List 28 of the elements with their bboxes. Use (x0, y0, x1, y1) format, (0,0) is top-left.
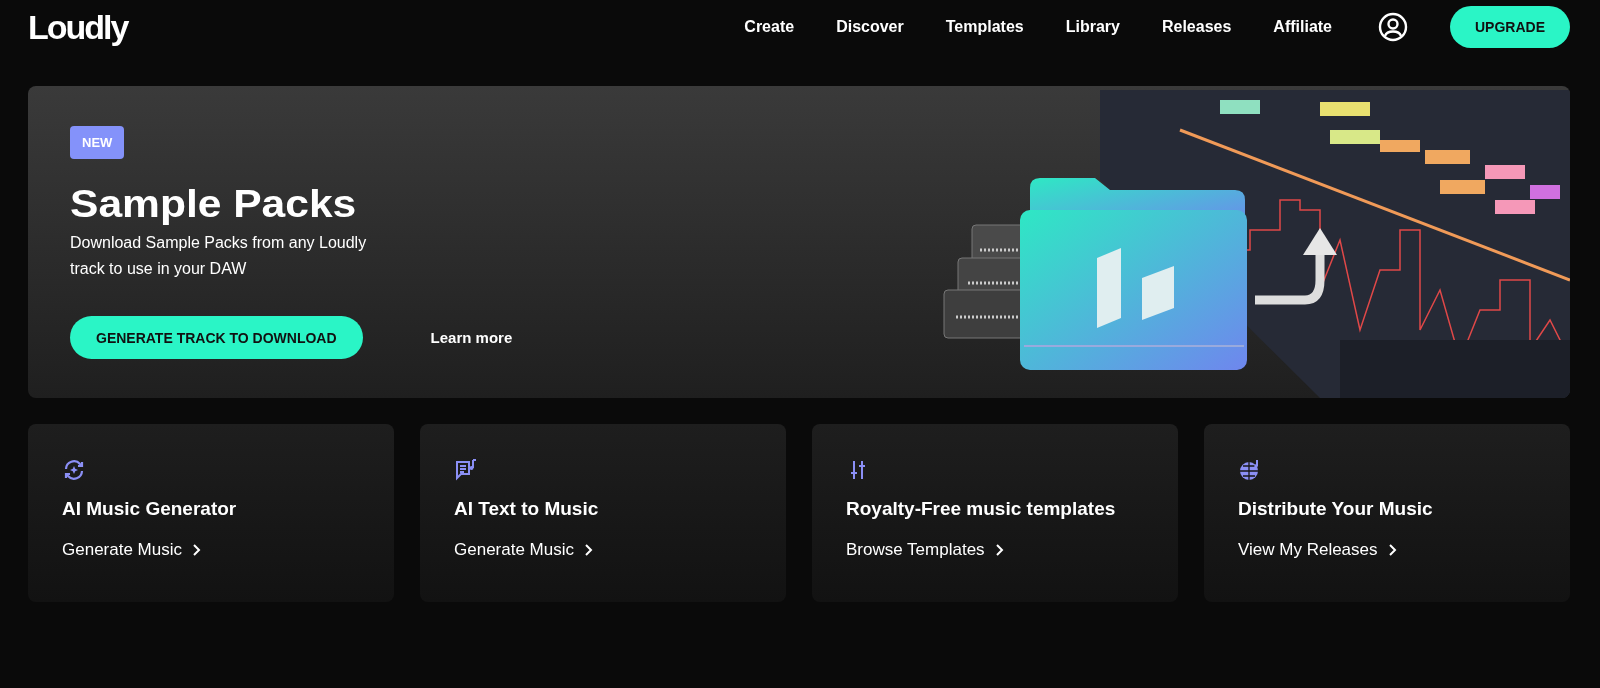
card-link[interactable]: Browse Templates (846, 540, 1005, 560)
card-link[interactable]: View My Releases (1238, 540, 1398, 560)
learn-more-link[interactable]: Learn more (430, 329, 513, 346)
card-link[interactable]: Generate Music (62, 540, 202, 560)
sync-sparkle-icon (62, 458, 86, 482)
logo[interactable]: Loudly (28, 7, 128, 47)
card-title: AI Text to Music (454, 498, 599, 520)
card-title: Royalty-Free music templates (846, 498, 1116, 520)
card-link[interactable]: Generate Music (454, 540, 594, 560)
chevron-right-icon (994, 543, 1005, 557)
chevron-right-icon (584, 543, 594, 557)
user-account-icon[interactable] (1378, 12, 1408, 42)
nav-link[interactable]: Releases (1161, 18, 1232, 36)
chevron-right-icon (1387, 543, 1398, 557)
nav-link[interactable]: Templates (945, 18, 1024, 36)
nav-link[interactable]: Create (744, 18, 795, 36)
nav-link[interactable]: Affiliate (1273, 18, 1332, 36)
upgrade-button[interactable]: UPGRADE (1450, 6, 1570, 48)
nav-link[interactable]: Discover (836, 18, 904, 36)
new-badge: NEW (70, 126, 125, 159)
generate-track-button[interactable]: GENERATE TRACK TO DOWNLOAD (70, 316, 363, 359)
nav-link[interactable]: Library (1065, 18, 1120, 36)
card-title: Distribute Your Music (1238, 498, 1433, 520)
hero-title: Sample Packs (70, 183, 357, 226)
text-note-icon (454, 458, 478, 482)
hero-description: Download Sample Packs from any Loudly track to use in your DAW (70, 233, 368, 279)
card-title: AI Music Generator (62, 498, 237, 520)
chevron-right-icon (192, 543, 202, 557)
